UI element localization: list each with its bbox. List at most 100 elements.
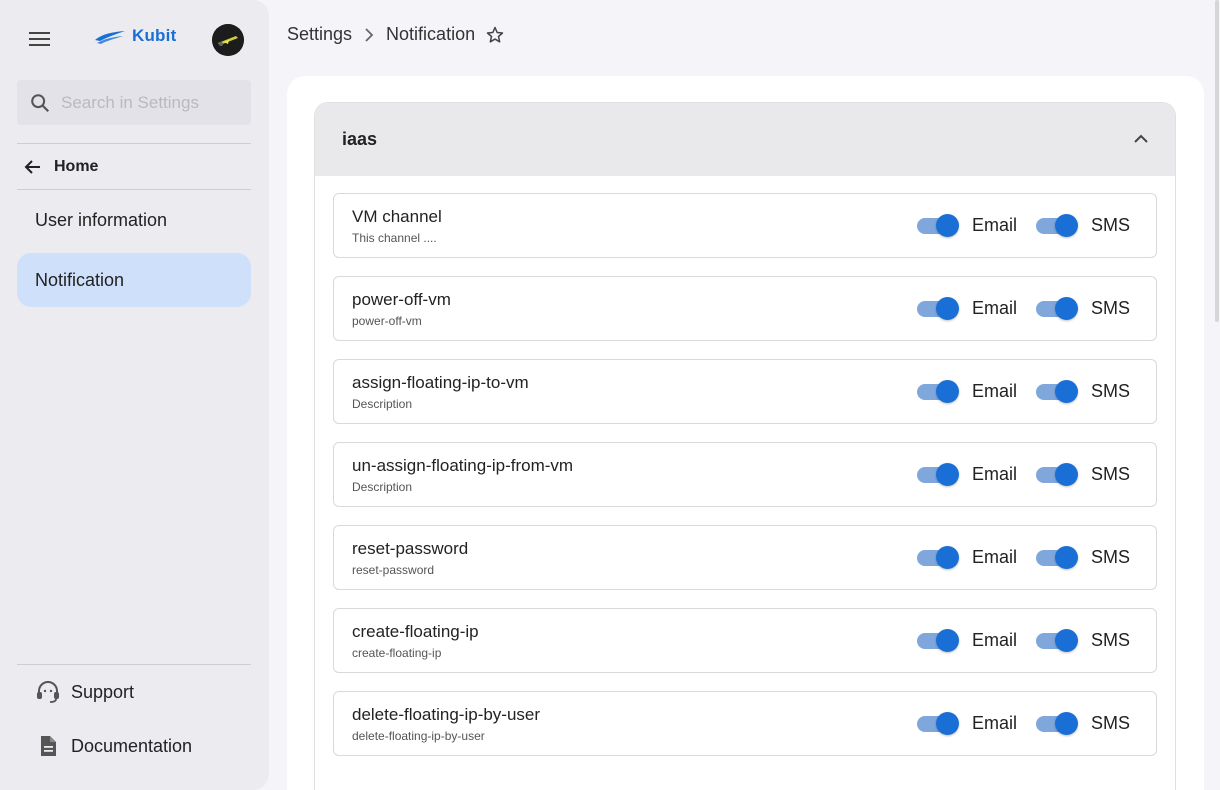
toggle-knob bbox=[935, 296, 959, 320]
toggle-knob bbox=[935, 628, 959, 652]
notification-title: assign-floating-ip-to-vm bbox=[352, 372, 529, 392]
notification-text: un-assign-floating-ip-from-vm Descriptio… bbox=[352, 456, 573, 494]
email-toggle-group: Email bbox=[916, 213, 1017, 239]
breadcrumb-settings[interactable]: Settings bbox=[287, 24, 352, 45]
sms-toggle[interactable] bbox=[1035, 711, 1078, 737]
divider bbox=[17, 664, 251, 665]
toggle-knob bbox=[1054, 711, 1078, 735]
support-label: Support bbox=[71, 681, 135, 702]
email-toggle[interactable] bbox=[916, 296, 959, 322]
home-label: Home bbox=[54, 157, 99, 175]
notification-row: un-assign-floating-ip-from-vm Descriptio… bbox=[333, 442, 1157, 507]
notification-title: un-assign-floating-ip-from-vm bbox=[352, 455, 574, 475]
sms-toggle[interactable] bbox=[1035, 628, 1078, 654]
channel-toggles: Email SMS bbox=[916, 379, 1130, 405]
email-toggle[interactable] bbox=[916, 628, 959, 654]
email-toggle[interactable] bbox=[916, 462, 959, 488]
notification-description: delete-floating-ip-by-user bbox=[352, 728, 485, 743]
arrow-left-icon bbox=[24, 159, 40, 174]
email-toggle[interactable] bbox=[916, 711, 959, 737]
documentation-label: Documentation bbox=[71, 735, 193, 756]
sms-toggle[interactable] bbox=[1035, 379, 1078, 405]
sms-toggle-group: SMS bbox=[1035, 628, 1130, 654]
iaas-section: iaas VM channel This channel .... Email bbox=[314, 102, 1176, 790]
sms-label: SMS bbox=[1090, 713, 1130, 733]
app-name: Kubit bbox=[132, 26, 177, 45]
toggle-knob bbox=[935, 545, 959, 569]
email-toggle-group: Email bbox=[916, 545, 1017, 571]
documentation-link[interactable]: Documentation bbox=[35, 734, 192, 758]
sidebar-item-label: User information bbox=[35, 209, 168, 230]
email-toggle[interactable] bbox=[916, 213, 959, 239]
notification-row: power-off-vm power-off-vm Email SMS bbox=[333, 276, 1157, 341]
sidebar-item-label: Notification bbox=[35, 269, 125, 290]
sms-toggle-group: SMS bbox=[1035, 379, 1130, 405]
support-link[interactable]: Support bbox=[35, 680, 134, 704]
email-label: Email bbox=[971, 547, 1017, 567]
email-label: Email bbox=[971, 713, 1017, 733]
app: Kubit Home bbox=[0, 0, 1220, 790]
breadcrumb-current: Notification bbox=[386, 24, 476, 44]
toggle-knob bbox=[1054, 379, 1078, 403]
notification-title: VM channel bbox=[352, 206, 442, 226]
channel-toggles: Email SMS bbox=[916, 545, 1130, 571]
sms-toggle-group: SMS bbox=[1035, 213, 1130, 239]
channel-toggles: Email SMS bbox=[916, 628, 1130, 654]
channel-toggles: Email SMS bbox=[916, 213, 1130, 239]
email-toggle-group: Email bbox=[916, 296, 1017, 322]
chevron-up-icon[interactable] bbox=[1133, 131, 1149, 149]
home-link[interactable]: Home bbox=[17, 144, 251, 189]
headset-icon bbox=[37, 681, 59, 703]
sidebar-item-notification[interactable]: Notification bbox=[17, 253, 251, 307]
search-input[interactable] bbox=[61, 92, 231, 113]
notification-row: VM channel This channel .... Email SMS bbox=[333, 193, 1157, 258]
document-icon bbox=[41, 736, 56, 756]
notification-text: power-off-vm power-off-vm bbox=[352, 290, 451, 328]
sms-toggle-group: SMS bbox=[1035, 462, 1130, 488]
search-box[interactable] bbox=[17, 80, 251, 125]
sidebar-header: Kubit bbox=[0, 0, 269, 78]
email-toggle[interactable] bbox=[916, 545, 959, 571]
section-title: iaas bbox=[342, 129, 378, 149]
notification-description: Description bbox=[352, 479, 413, 494]
email-toggle[interactable] bbox=[916, 379, 959, 405]
toggle-knob bbox=[1054, 462, 1078, 486]
notification-description: Description bbox=[352, 396, 413, 411]
notification-row: delete-floating-ip-by-user delete-floati… bbox=[333, 691, 1157, 756]
sms-toggle[interactable] bbox=[1035, 296, 1078, 322]
notification-title: power-off-vm bbox=[352, 289, 451, 309]
email-label: Email bbox=[971, 381, 1017, 401]
notification-text: reset-password reset-password bbox=[352, 539, 468, 577]
star-icon[interactable] bbox=[485, 25, 505, 45]
sms-toggle[interactable] bbox=[1035, 462, 1078, 488]
toggle-knob bbox=[935, 711, 959, 735]
email-label: Email bbox=[971, 215, 1017, 235]
sidebar: Kubit Home bbox=[0, 0, 269, 790]
channel-toggles: Email SMS bbox=[916, 462, 1130, 488]
sms-toggle[interactable] bbox=[1035, 545, 1078, 571]
sms-label: SMS bbox=[1090, 215, 1130, 235]
notification-description: reset-password bbox=[352, 562, 435, 577]
scrollbar-thumb[interactable] bbox=[1215, 0, 1219, 322]
breadcrumb: Settings Notification bbox=[287, 24, 505, 45]
email-toggle-group: Email bbox=[916, 462, 1017, 488]
sms-label: SMS bbox=[1090, 630, 1130, 650]
notification-description: This channel .... bbox=[352, 230, 437, 245]
sidebar-item-user-information[interactable]: User information bbox=[17, 193, 251, 247]
hamburger-menu-icon[interactable] bbox=[28, 29, 52, 49]
section-header[interactable]: iaas bbox=[315, 103, 1175, 176]
main-panel: iaas VM channel This channel .... Email bbox=[287, 76, 1204, 790]
channel-toggles: Email SMS bbox=[916, 296, 1130, 322]
notification-text: VM channel This channel .... bbox=[352, 207, 442, 245]
sms-label: SMS bbox=[1090, 464, 1130, 484]
avatar[interactable] bbox=[212, 24, 244, 56]
logo-wave-icon bbox=[95, 31, 125, 44]
notification-text: create-floating-ip create-floating-ip bbox=[352, 622, 479, 660]
notification-row: create-floating-ip create-floating-ip Em… bbox=[333, 608, 1157, 673]
app-logo[interactable]: Kubit bbox=[94, 26, 176, 46]
sms-toggle-group: SMS bbox=[1035, 711, 1130, 737]
notification-description: create-floating-ip bbox=[352, 645, 442, 660]
sms-toggle[interactable] bbox=[1035, 213, 1078, 239]
channel-toggles: Email SMS bbox=[916, 711, 1130, 737]
notification-row: reset-password reset-password Email SMS bbox=[333, 525, 1157, 590]
